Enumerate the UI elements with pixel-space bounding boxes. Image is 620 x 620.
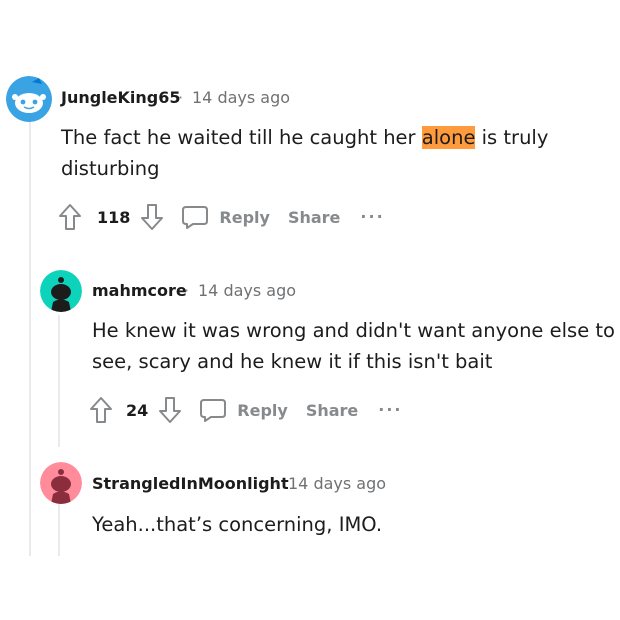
meta-separator: · — [178, 88, 184, 107]
comment-bubble-icon — [200, 399, 227, 422]
downvote-icon[interactable] — [140, 203, 164, 231]
avatar[interactable] — [40, 270, 82, 312]
more-options-button[interactable]: ... — [360, 203, 384, 222]
username[interactable]: mahmcore — [92, 281, 187, 300]
comment-actions: 118 Reply Share ... — [58, 203, 385, 231]
upvote-icon[interactable] — [58, 203, 82, 231]
upvote-icon[interactable] — [89, 396, 113, 424]
comment-text: The fact he waited till he caught her — [61, 126, 422, 149]
comment-body: Yeah...that’s concerning, IMO. — [92, 513, 383, 536]
reply-label: Reply — [237, 400, 288, 420]
share-button[interactable]: Share — [306, 401, 358, 420]
avatar[interactable] — [40, 462, 82, 504]
timestamp[interactable]: 14 days ago — [192, 88, 290, 107]
reply-button[interactable]: Reply — [199, 397, 288, 423]
username[interactable]: StrangledInMoonlight — [92, 474, 289, 493]
snoo-avatar-icon — [40, 462, 82, 504]
username[interactable]: JungleKing65 — [61, 88, 181, 107]
comment-actions: 24 Reply Share ... — [89, 396, 403, 424]
meta-separator: · — [184, 281, 190, 300]
snoo-avatar-icon — [6, 76, 52, 122]
reply-button[interactable]: Reply — [181, 204, 270, 230]
vote-count: 24 — [126, 400, 149, 420]
vote-count: 118 — [97, 207, 131, 227]
reply-label: Reply — [219, 207, 270, 227]
comment-body: The fact he waited till he caught her al… — [61, 122, 581, 184]
downvote-icon[interactable] — [158, 396, 182, 424]
timestamp[interactable]: 14 days ago — [198, 281, 296, 300]
search-highlight: alone — [421, 126, 476, 149]
more-options-button[interactable]: ... — [378, 396, 402, 415]
share-button[interactable]: Share — [288, 208, 340, 227]
avatar[interactable] — [6, 76, 52, 122]
thread-line-reply[interactable] — [58, 315, 60, 447]
meta-separator: · — [274, 474, 280, 493]
comment-bubble-icon — [182, 206, 209, 229]
thread-line-root[interactable] — [29, 118, 31, 556]
comment-body: He knew it was wrong and didn't want any… — [92, 319, 615, 373]
timestamp[interactable]: 14 days ago — [288, 474, 386, 493]
thread-line-nested[interactable] — [58, 502, 60, 556]
snoo-avatar-icon — [40, 270, 82, 312]
